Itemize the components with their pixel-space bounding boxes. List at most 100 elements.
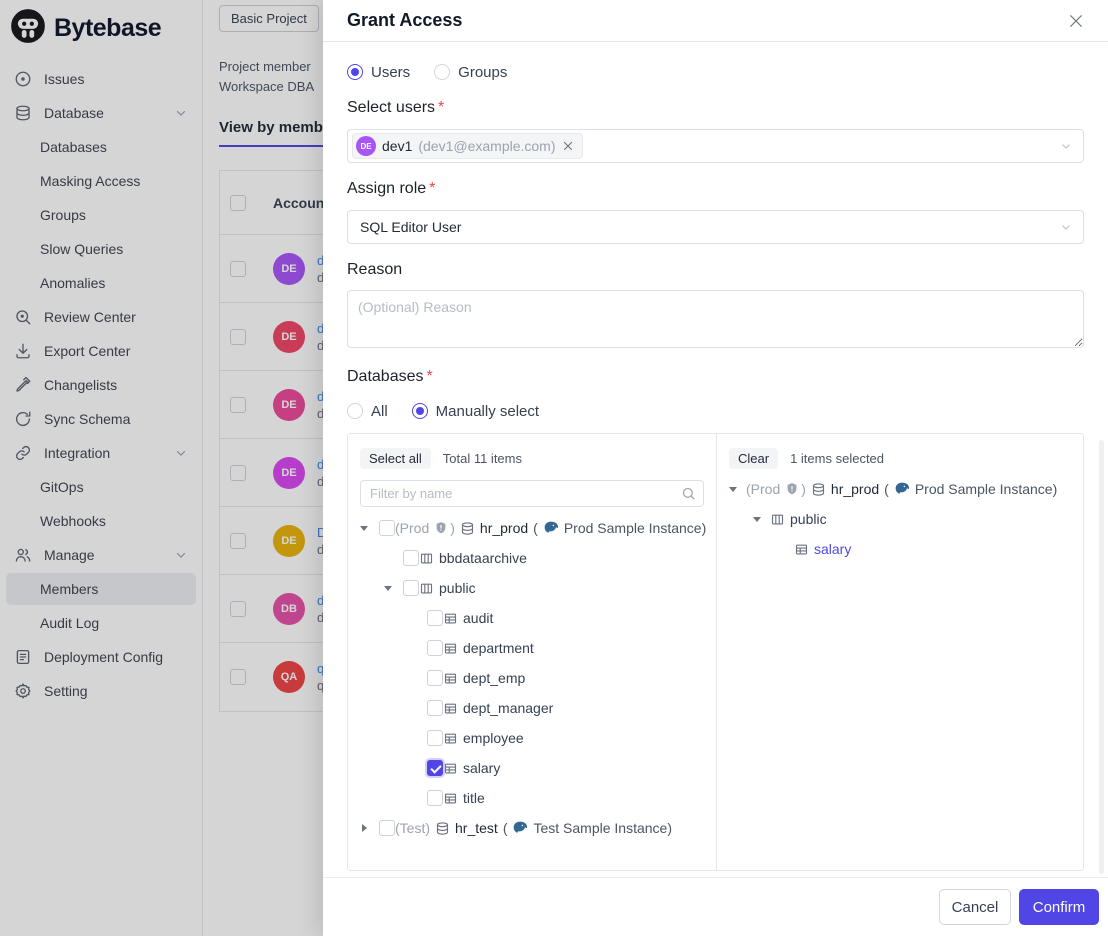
database-picker-source-panel: Select all Total 11 items (Prod)hr_prod(…: [348, 434, 717, 870]
search-icon: [681, 486, 696, 506]
node-label: department: [463, 640, 534, 656]
screen: Bytebase IssuesDatabaseDatabasesMasking …: [0, 0, 1108, 936]
checkbox[interactable]: [427, 730, 443, 746]
user-chip-email: (dev1@example.com): [418, 138, 555, 154]
scrollbar[interactable]: [1099, 440, 1104, 874]
checkbox[interactable]: [427, 760, 443, 776]
database-icon: [460, 521, 475, 536]
tree-row-public[interactable]: public: [348, 573, 716, 603]
table-icon: [443, 611, 458, 626]
database-icon: [435, 821, 450, 836]
source-panel-controls: Select all Total 11 items: [348, 446, 716, 470]
table-icon: [794, 542, 809, 557]
instance-label: Prod Sample Instance): [564, 520, 706, 536]
radio-all-dot: [347, 403, 363, 419]
member-type-radio-group: Users Groups: [347, 62, 1084, 82]
caret-down-icon[interactable]: [380, 583, 396, 593]
assign-role-select[interactable]: SQL Editor User: [347, 210, 1084, 244]
node-label: hr_prod: [480, 520, 528, 536]
tree-row-hr-prod[interactable]: (Prod)hr_prod(Prod Sample Instance): [348, 513, 716, 543]
select-users-input[interactable]: DE dev1 (dev1@example.com): [347, 129, 1084, 163]
table-icon: [443, 731, 458, 746]
reason-label: Reason: [347, 261, 1084, 281]
tree-row-hr-prod[interactable]: (Prod)hr_prod(Prod Sample Instance): [717, 474, 1083, 504]
postgresql-icon: [543, 520, 559, 536]
checkbox[interactable]: [427, 670, 443, 686]
caret-down-icon[interactable]: [749, 514, 765, 524]
tree-row-department[interactable]: department: [348, 633, 716, 663]
tree-row-dept-emp[interactable]: dept_emp: [348, 663, 716, 693]
selected-tree: (Prod)hr_prod(Prod Sample Instance)publi…: [717, 470, 1083, 564]
checkbox[interactable]: [403, 550, 419, 566]
tree-row-public[interactable]: public: [717, 504, 1083, 534]
table-icon: [443, 791, 458, 806]
tree-row-employee[interactable]: employee: [348, 723, 716, 753]
databases-label: Databases*: [347, 368, 1084, 388]
caret-right-icon[interactable]: [356, 823, 372, 833]
tree-row-dept-manager[interactable]: dept_manager: [348, 693, 716, 723]
node-label: hr_test: [455, 820, 498, 836]
checkbox[interactable]: [379, 520, 395, 536]
radio-manually-select-label: Manually select: [436, 403, 539, 420]
tree-row-title[interactable]: title: [348, 783, 716, 813]
cancel-button[interactable]: Cancel: [939, 889, 1011, 925]
caret-down-icon[interactable]: [356, 523, 372, 533]
chip-remove-icon[interactable]: [562, 140, 574, 152]
tree-row-bbdataarchive[interactable]: bbdataarchive: [348, 543, 716, 573]
radio-users[interactable]: Users: [347, 64, 410, 81]
shield-icon: [434, 521, 448, 535]
node-label: bbdataarchive: [439, 550, 527, 566]
chevron-down-icon: [1059, 220, 1073, 234]
node-label: title: [463, 790, 485, 806]
drawer-body: Users Groups Select users* DE dev1 (dev1…: [323, 42, 1108, 877]
caret-down-icon[interactable]: [725, 484, 741, 494]
reason-textarea[interactable]: [347, 290, 1084, 348]
drawer-footer: Cancel Confirm: [323, 877, 1108, 936]
close-icon[interactable]: [1066, 11, 1086, 31]
table-icon: [443, 761, 458, 776]
table-icon: [443, 671, 458, 686]
radio-groups-dot: [434, 64, 450, 80]
checkbox[interactable]: [427, 610, 443, 626]
avatar: DE: [356, 136, 376, 156]
clear-button[interactable]: Clear: [729, 448, 778, 469]
filter-input[interactable]: [360, 480, 704, 507]
postgresql-icon: [894, 481, 910, 497]
environment-label: (Prod: [395, 520, 429, 536]
checkbox[interactable]: [403, 580, 419, 596]
select-all-button[interactable]: Select all: [360, 448, 431, 469]
drawer-header: Grant Access: [323, 0, 1108, 42]
environment-label: (Prod: [746, 481, 780, 497]
radio-all[interactable]: All: [347, 403, 388, 420]
radio-manually-select-dot: [412, 403, 428, 419]
tree-row-audit[interactable]: audit: [348, 603, 716, 633]
node-label: dept_emp: [463, 670, 525, 686]
node-label: salary: [463, 760, 500, 776]
confirm-button[interactable]: Confirm: [1019, 889, 1099, 925]
checkbox[interactable]: [427, 640, 443, 656]
radio-groups[interactable]: Groups: [434, 64, 507, 81]
required-asterisk: *: [427, 368, 433, 385]
tree-row-salary[interactable]: salary: [348, 753, 716, 783]
instance-paren: (: [503, 820, 508, 836]
tree-row-hr-test[interactable]: (Test)hr_test(Test Sample Instance): [348, 813, 716, 843]
node-label: hr_prod: [831, 481, 879, 497]
environment-label-close: ): [801, 481, 806, 497]
total-items-label: Total 11 items: [443, 451, 522, 466]
instance-paren: (: [884, 481, 889, 497]
user-chip: DE dev1 (dev1@example.com): [352, 133, 583, 159]
database-picker: Select all Total 11 items (Prod) hr_prod (…: [347, 433, 1084, 871]
node-label: employee: [463, 730, 524, 746]
checkbox[interactable]: [427, 790, 443, 806]
node-label: salary: [814, 541, 851, 557]
checkbox[interactable]: [379, 820, 395, 836]
schema-icon: [770, 512, 785, 527]
assign-role-value: SQL Editor User: [360, 219, 461, 235]
table-icon: [443, 701, 458, 716]
node-label: public: [790, 511, 827, 527]
node-label: dept_manager: [463, 700, 553, 716]
radio-manually-select[interactable]: Manually select: [412, 403, 539, 420]
checkbox[interactable]: [427, 700, 443, 716]
environment-label: (Test): [395, 820, 430, 836]
tree-row-salary[interactable]: salary: [717, 534, 1083, 564]
